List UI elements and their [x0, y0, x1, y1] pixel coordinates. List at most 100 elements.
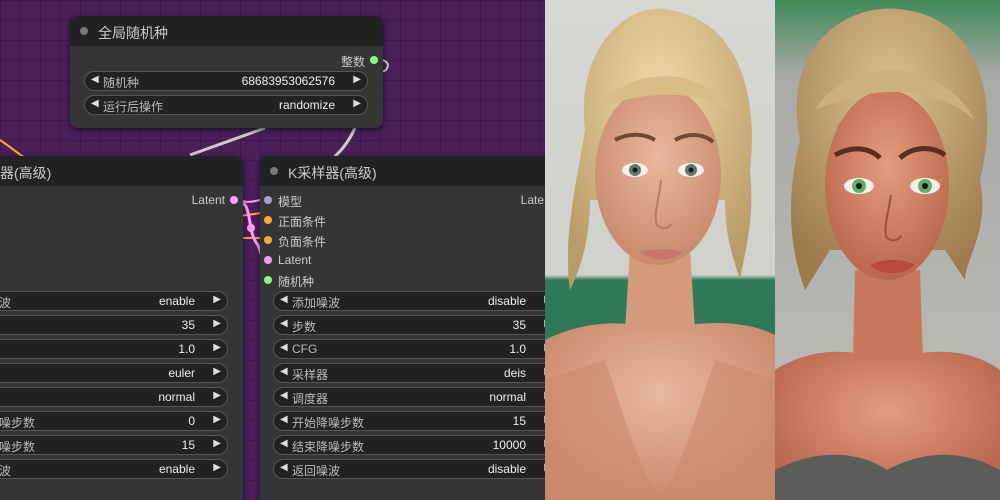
node-title: 器(高级) [0, 165, 52, 181]
decrement-arrow-icon[interactable]: ◀ [280, 438, 288, 449]
ksampler-advanced-node[interactable]: K采样器(高级) Late 模型 正面条件 负面条件 Latent 随机种 ◀ … [260, 156, 545, 500]
widget-label: 开始降噪步数 [292, 416, 365, 430]
widget-label: CFG [292, 342, 318, 356]
decrement-arrow-icon[interactable]: ◀ [280, 318, 288, 329]
return-noise-widget[interactable]: 波 enable ▶ [0, 459, 228, 479]
seed-link-2 [189, 126, 266, 157]
widget-label: 运行后操作 [103, 100, 164, 114]
decrement-arrow-icon[interactable]: ◀ [280, 366, 288, 377]
increment-arrow-icon[interactable]: ▶ [213, 414, 221, 425]
widget-label: 采样器 [292, 368, 329, 382]
increment-arrow-icon[interactable]: ▶ [213, 390, 221, 401]
input-label-positive: 正面条件 [278, 215, 327, 229]
increment-arrow-icon[interactable]: ▶ [213, 294, 221, 305]
widget-value: enable [158, 462, 195, 476]
end-step-widget[interactable]: 噪步数 15 ▶ [0, 435, 228, 455]
increment-arrow-icon[interactable]: ▶ [213, 462, 221, 473]
widget-value: 15 [181, 438, 195, 452]
steps-widget[interactable]: ◀ 步数 35 ▶ [273, 315, 545, 335]
decrement-arrow-icon[interactable]: ◀ [280, 414, 288, 425]
node-title-bar[interactable]: 全局随机种 [70, 16, 383, 46]
widget-value: 10000 [492, 438, 526, 452]
collapse-dot-icon[interactable] [80, 27, 88, 35]
increment-arrow-icon[interactable]: ▶ [213, 318, 221, 329]
widget-label: 波 [0, 296, 12, 310]
output-label: 整数 [340, 55, 365, 69]
widget-label: 噪步数 [0, 416, 36, 430]
return-noise-widget[interactable]: ◀ 返回噪波 disable ▶ [273, 459, 545, 479]
end-step-widget[interactable]: ◀ 结束降噪步数 10000 ▶ [273, 435, 545, 455]
cfg-widget[interactable]: ◀ CFG 1.0 ▶ [273, 339, 545, 359]
photoreal-portrait-image [545, 0, 775, 500]
node-title-bar[interactable]: 器(高级) [0, 156, 243, 186]
node-title: K采样器(高级) [288, 165, 377, 181]
widget-value: normal [489, 390, 526, 404]
start-step-widget[interactable]: 噪步数 0 ▶ [0, 411, 228, 431]
decrement-arrow-icon[interactable]: ◀ [280, 294, 288, 305]
output-slot-int[interactable] [370, 56, 378, 64]
widget-value: disable [487, 462, 526, 476]
widget-value: 35 [181, 318, 195, 332]
sampler-widget[interactable]: euler ▶ [0, 363, 228, 383]
widget-label: 结束降噪步数 [292, 440, 365, 454]
input-slot-seed[interactable] [264, 276, 272, 284]
sampler-widget[interactable]: ◀ 采样器 deis ▶ [273, 363, 545, 383]
input-label-negative: 负面条件 [278, 235, 327, 249]
widget-value: enable [158, 294, 195, 308]
widget-label: 添加噪波 [292, 296, 341, 310]
cfg-widget[interactable]: 1.0 ▶ [0, 339, 228, 359]
steps-widget[interactable]: 35 ▶ [0, 315, 228, 335]
start-step-widget[interactable]: ◀ 开始降噪步数 15 ▶ [273, 411, 545, 431]
increment-arrow-icon[interactable]: ▶ [353, 74, 361, 85]
scheduler-widget[interactable]: ◀ 调度器 normal ▶ [273, 387, 545, 407]
widget-label: 噪步数 [0, 440, 36, 454]
input-slot-negative[interactable] [264, 236, 272, 244]
widget-label: 随机种 [103, 76, 140, 90]
increment-arrow-icon[interactable]: ▶ [353, 98, 361, 109]
widget-value: 1.0 [509, 342, 526, 356]
add-noise-widget[interactable]: ◀ 添加噪波 disable ▶ [273, 291, 545, 311]
widget-value: randomize [278, 98, 335, 112]
widget-label: 步数 [292, 320, 317, 334]
output-label: Late [520, 193, 544, 207]
decrement-arrow-icon[interactable]: ◀ [280, 462, 288, 473]
output-label: Latent [191, 193, 225, 207]
widget-value: 15 [512, 414, 526, 428]
collapse-dot-icon[interactable] [270, 167, 278, 175]
increment-arrow-icon[interactable]: ▶ [213, 342, 221, 353]
decrement-arrow-icon[interactable]: ◀ [91, 74, 99, 85]
widget-value: 35 [512, 318, 526, 332]
node-title-bar[interactable]: K采样器(高级) [260, 156, 545, 186]
ksampler-advanced-node-left[interactable]: 器(高级) Latent 波 enable ▶ 35 ▶ 1.0 ▶ euler… [0, 156, 243, 500]
widget-value: deis [503, 366, 526, 380]
input-slot-positive[interactable] [264, 216, 272, 224]
widget-value: 0 [188, 414, 195, 428]
increment-arrow-icon[interactable]: ▶ [213, 438, 221, 449]
widget-label: 调度器 [292, 392, 329, 406]
widget-label: 返回噪波 [292, 464, 341, 478]
widget-value: 1.0 [178, 342, 195, 356]
seed-widget[interactable]: ◀ 随机种 68683953062576 ▶ [84, 71, 368, 91]
widget-label: 波 [0, 464, 12, 478]
global-seed-node[interactable]: 全局随机种 整数 ◀ 随机种 68683953062576 ▶ ◀ 运行后操作 … [70, 16, 383, 128]
node-graph-canvas[interactable]: 全局随机种 整数 ◀ 随机种 68683953062576 ▶ ◀ 运行后操作 … [0, 0, 545, 500]
node-title: 全局随机种 [98, 25, 168, 41]
add-noise-widget[interactable]: 波 enable ▶ [0, 291, 228, 311]
widget-value: 68683953062576 [241, 74, 335, 88]
decrement-arrow-icon[interactable]: ◀ [91, 98, 99, 109]
input-label-seed: 随机种 [278, 275, 315, 289]
input-label-latent: Latent [278, 253, 312, 267]
render-3d-portrait-image [775, 0, 1000, 500]
scheduler-widget[interactable]: normal ▶ [0, 387, 228, 407]
widget-value: normal [158, 390, 195, 404]
control-after-run-widget[interactable]: ◀ 运行后操作 randomize ▶ [84, 95, 368, 115]
increment-arrow-icon[interactable]: ▶ [213, 366, 221, 377]
widget-value: euler [168, 366, 195, 380]
input-slot-model[interactable] [264, 196, 272, 204]
decrement-arrow-icon[interactable]: ◀ [280, 390, 288, 401]
input-label-model: 模型 [278, 195, 303, 209]
input-slot-latent[interactable] [264, 256, 272, 264]
widget-value: disable [487, 294, 526, 308]
decrement-arrow-icon[interactable]: ◀ [280, 342, 288, 353]
output-slot-latent[interactable] [230, 196, 238, 204]
